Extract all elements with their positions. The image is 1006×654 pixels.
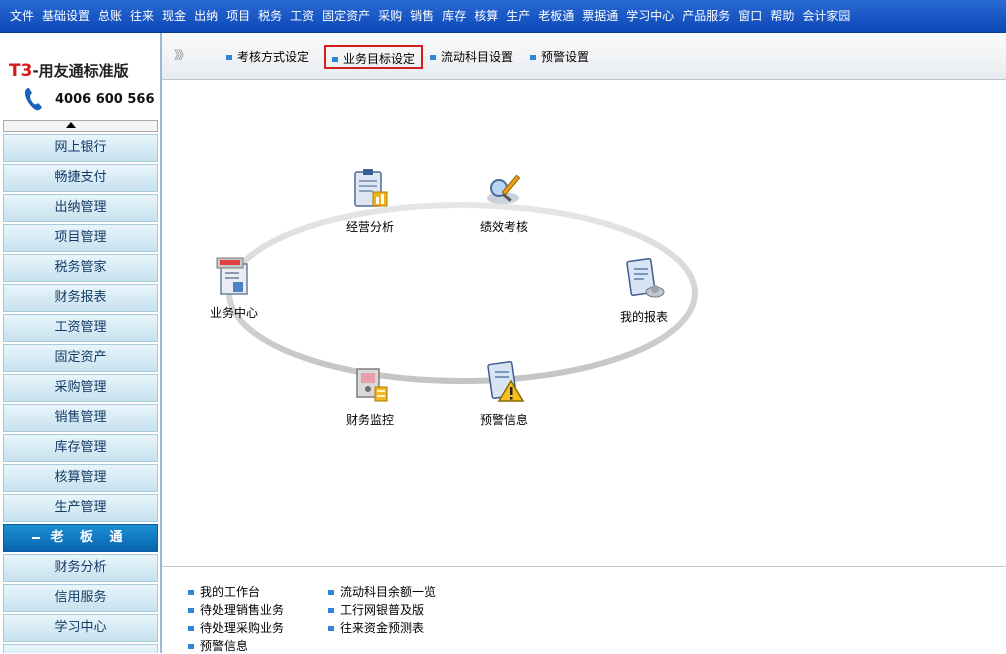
sidebar-scroll-up[interactable] (3, 120, 158, 132)
node-business-analysis[interactable]: 经营分析 (330, 166, 410, 235)
sidebar-item-inventory[interactable]: 库存管理 (3, 434, 158, 462)
link-icbc-online-bank[interactable]: 工行网银普及版 (328, 601, 424, 618)
bullet-icon (328, 608, 334, 613)
sidebar-item-quick-pay[interactable]: 畅捷支付 (3, 164, 158, 192)
sidebar-item-production[interactable]: 生产管理 (3, 494, 158, 522)
monitor-safe-icon (356, 368, 388, 402)
sidebar-subitem-financial-analysis[interactable]: 财务分析 (3, 554, 158, 582)
menu-product-service[interactable]: 产品服务 (678, 0, 734, 33)
link-current-account-balance[interactable]: 流动科目余额一览 (328, 583, 436, 600)
sidebar-item-cashier[interactable]: 出纳管理 (3, 194, 158, 222)
menu-purchase[interactable]: 采购 (374, 0, 406, 33)
hotline-number: 4006 600 566 (55, 92, 155, 107)
bullet-icon (188, 608, 194, 613)
bullet-icon (530, 55, 536, 60)
menu-help[interactable]: 帮助 (766, 0, 798, 33)
menu-basic-settings[interactable]: 基础设置 (38, 0, 94, 33)
sidebar-item-fixed-assets[interactable]: 固定资产 (3, 344, 158, 372)
sidebar-item-tax[interactable]: 税务管家 (3, 254, 158, 282)
sidebar-item-payroll[interactable]: 工资管理 (3, 314, 158, 342)
ring-decoration (226, 202, 698, 384)
bullet-icon (226, 55, 232, 60)
bullet-icon (188, 644, 194, 649)
warning-clipboard-icon (487, 361, 525, 402)
sidebar-nav: 网上银行 畅捷支付 出纳管理 项目管理 税务管家 财务报表 工资管理 固定资产 … (3, 134, 158, 653)
sidebar-subitem-partial[interactable] (3, 644, 158, 653)
sidebar-item-financial-reports[interactable]: 财务报表 (3, 284, 158, 312)
link-my-workbench[interactable]: 我的工作台 (188, 583, 260, 600)
arrow-up-icon (66, 122, 76, 128)
node-financial-monitoring[interactable]: 财务监控 (330, 359, 410, 428)
tab-business-target[interactable]: 业务目标设定 (324, 45, 424, 69)
menu-fixed-assets[interactable]: 固定资产 (318, 0, 374, 33)
menu-production[interactable]: 生产 (502, 0, 534, 33)
function-toolbar: 》》 考核方式设定 业务目标设定 流动科目设置 预警设置 (162, 33, 1006, 80)
phone-icon (24, 88, 42, 111)
tab-alert-settings[interactable]: 预警设置 (524, 45, 595, 69)
menu-file[interactable]: 文件 (6, 0, 38, 33)
bullet-icon (328, 590, 334, 595)
menu-inventory[interactable]: 库存 (438, 0, 470, 33)
sidebar: T3-用友通标准版 4006 600 566 网上银行 畅捷支付 出纳管理 项目… (0, 33, 162, 653)
sidebar-subitem-learning-center[interactable]: 学习中心 (3, 614, 158, 642)
bullet-icon (332, 57, 338, 62)
sidebar-item-costing[interactable]: 核算管理 (3, 464, 158, 492)
menu-general-ledger[interactable]: 总账 (94, 0, 126, 33)
menu-project[interactable]: 项目 (222, 0, 254, 33)
link-pending-purchase[interactable]: 待处理采购业务 (188, 619, 284, 636)
menu-cash[interactable]: 现金 (158, 0, 190, 33)
menu-receivables-payables[interactable]: 往来 (126, 0, 158, 33)
sidebar-item-online-bank[interactable]: 网上银行 (3, 134, 158, 162)
menu-accountant-home[interactable]: 会计家园 (798, 0, 854, 33)
minus-icon (32, 536, 41, 539)
node-my-reports[interactable]: 我的报表 (604, 256, 684, 325)
node-performance-review[interactable]: 绩效考核 (464, 166, 544, 235)
menu-cashier[interactable]: 出纳 (190, 0, 222, 33)
link-cash-flow-forecast[interactable]: 往来资金预测表 (328, 619, 424, 636)
bullet-icon (328, 626, 334, 631)
sidebar-item-boss-link[interactable]: 老 板 通 (3, 524, 158, 552)
node-alert-info[interactable]: 预警信息 (464, 359, 544, 428)
menu-costing[interactable]: 核算 (470, 0, 502, 33)
bullet-icon (430, 55, 436, 60)
link-pending-sales[interactable]: 待处理销售业务 (188, 601, 284, 618)
brand-title: T3-用友通标准版 (9, 61, 129, 81)
menu-tax[interactable]: 税务 (254, 0, 286, 33)
bullet-icon (188, 590, 194, 595)
menu-bar: 文件 基础设置 总账 往来 现金 出纳 项目 税务 工资 固定资产 采购 销售 … (0, 0, 1006, 33)
menu-payroll[interactable]: 工资 (286, 0, 318, 33)
link-alert-info[interactable]: 预警信息 (188, 637, 248, 654)
report-icon (626, 258, 665, 298)
sidebar-item-sales[interactable]: 销售管理 (3, 404, 158, 432)
magnifier-pen-icon (487, 174, 521, 204)
menu-learning-center[interactable]: 学习中心 (622, 0, 678, 33)
business-center-icon (216, 257, 248, 295)
node-business-center[interactable]: 业务中心 (194, 252, 274, 321)
sidebar-item-project[interactable]: 项目管理 (3, 224, 158, 252)
clipboard-chart-icon (354, 169, 388, 207)
sidebar-subitem-credit-service[interactable]: 信用服务 (3, 584, 158, 612)
bullet-icon (188, 626, 194, 631)
menu-sales[interactable]: 销售 (406, 0, 438, 33)
quick-links-panel: 我的工作台 待处理销售业务 待处理采购业务 预警信息 流动科目余额一览 工行网银… (162, 566, 1006, 654)
menu-bill-link[interactable]: 票据通 (578, 0, 622, 33)
menu-window[interactable]: 窗口 (734, 0, 766, 33)
function-diagram: 经营分析 绩效考核 业务中心 我的报表 财务监控 预警信息 (162, 80, 1006, 565)
tab-current-account-settings[interactable]: 流动科目设置 (424, 45, 519, 69)
expand-arrows-icon[interactable]: 》》 (174, 46, 190, 63)
sidebar-item-purchase[interactable]: 采购管理 (3, 374, 158, 402)
menu-boss-link[interactable]: 老板通 (534, 0, 578, 33)
tab-assessment-method[interactable]: 考核方式设定 (220, 45, 315, 69)
